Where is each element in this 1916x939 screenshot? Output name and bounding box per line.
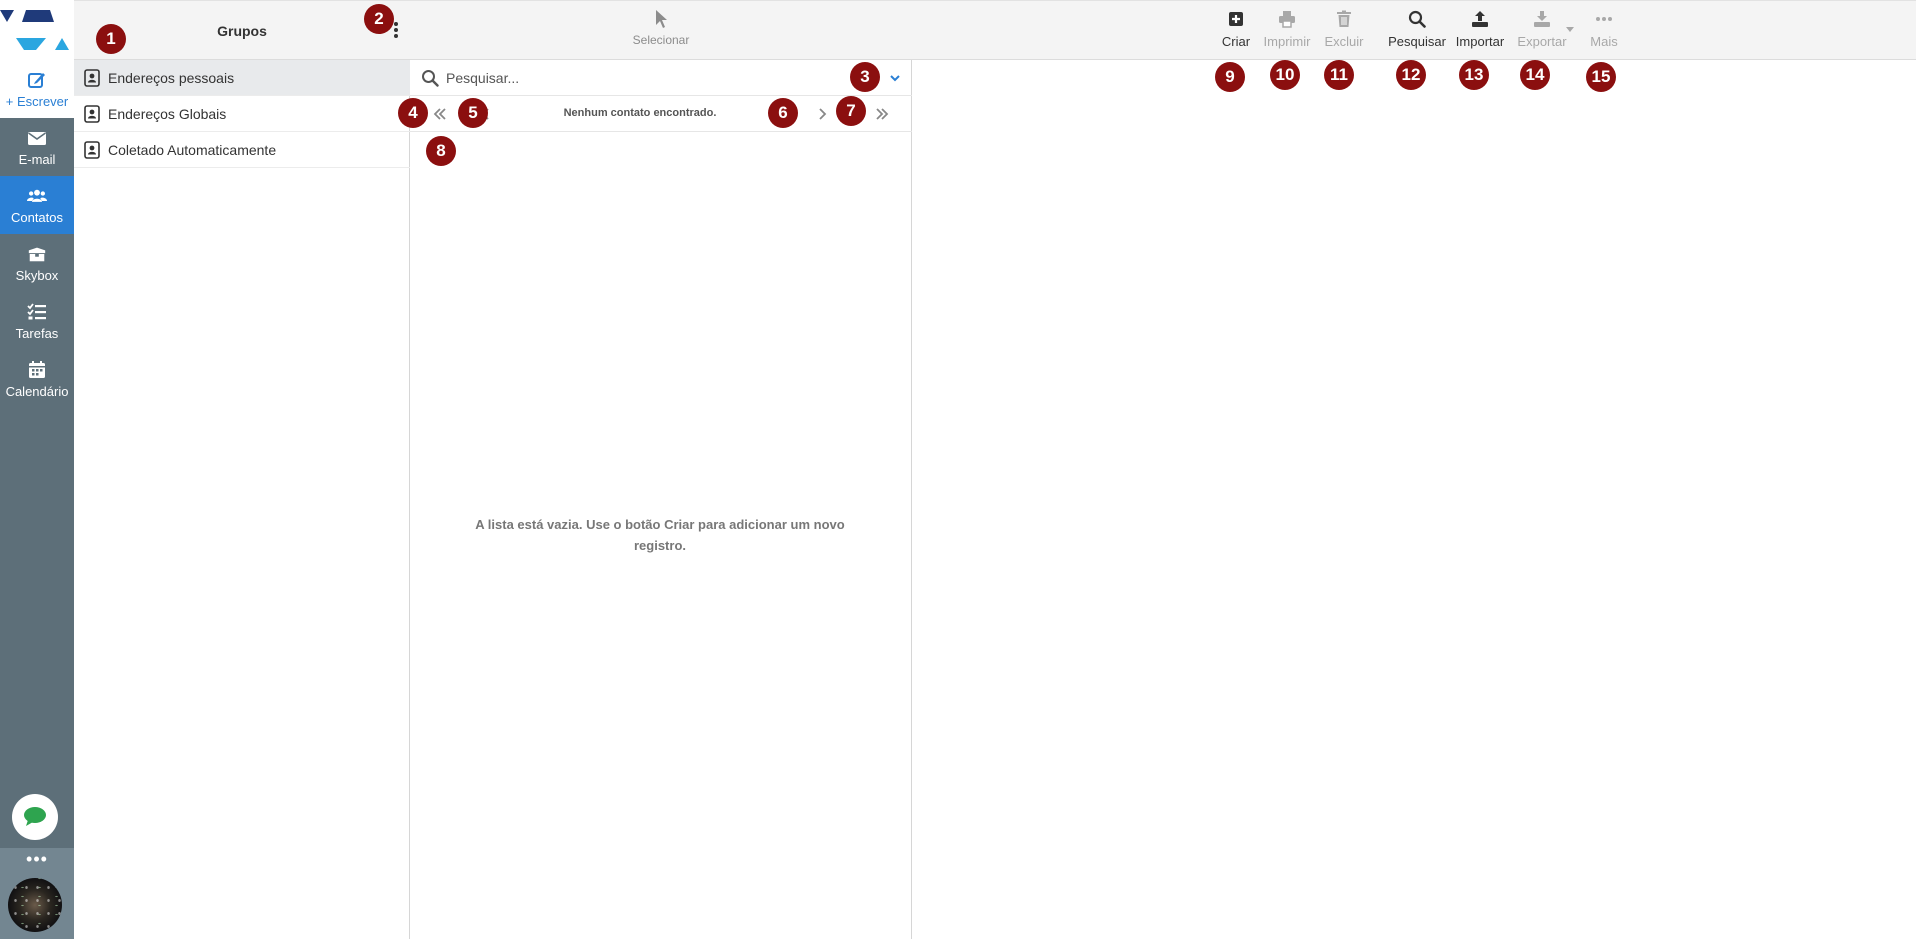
marker-8: 8 [426, 136, 456, 166]
import-button[interactable]: Importar [1448, 10, 1512, 54]
more-button-label: Mais [1590, 34, 1618, 49]
contact-detail-panel: Criar Imprimir Excluir Pesquisar Importa… [912, 0, 1916, 939]
address-book-icon [84, 104, 100, 123]
printer-icon [1279, 11, 1295, 28]
create-button-label: Criar [1221, 34, 1251, 49]
last-page-icon[interactable] [874, 106, 890, 122]
rail-skybox[interactable]: Skybox [0, 234, 74, 292]
task-list-icon [27, 302, 46, 319]
group-item-coletado-automaticamente[interactable]: Coletado Automaticamente [74, 132, 410, 168]
export-dropdown-caret-icon[interactable] [1566, 27, 1574, 33]
marker-3: 3 [850, 62, 880, 92]
marker-7: 7 [836, 96, 866, 126]
search-button-label: Pesquisar [1388, 34, 1446, 49]
marker-14: 14 [1520, 60, 1550, 90]
group-item-enderecos-globais[interactable]: Endereços Globais [74, 96, 410, 132]
marker-5: 5 [458, 98, 488, 128]
logo-icon [0, 10, 69, 50]
calendar-icon [29, 360, 45, 378]
more-button[interactable]: Mais [1582, 10, 1626, 54]
pencil-square-icon [28, 72, 45, 88]
print-button-label: Imprimir [1263, 34, 1311, 49]
delete-button-label: Excluir [1324, 34, 1364, 49]
export-button-label: Exportar [1517, 34, 1567, 49]
groups-panel: Grupos Endereços pessoais Endereços Glob… [74, 0, 410, 939]
chevron-down-icon[interactable] [889, 72, 901, 84]
marker-4: 4 [398, 98, 428, 128]
export-button[interactable]: Exportar [1510, 10, 1574, 54]
marker-12: 12 [1396, 60, 1426, 90]
empty-list-message: A lista está vazia. Use o botão Criar pa… [475, 517, 845, 553]
marker-13: 13 [1459, 60, 1489, 90]
marker-2: 2 [364, 4, 394, 34]
rail-tasks-label: Tarefas [15, 325, 59, 341]
groups-header: Grupos [74, 0, 410, 60]
marker-9: 9 [1215, 62, 1245, 92]
rail-tasks[interactable]: Tarefas [0, 292, 74, 350]
upload-icon [1472, 11, 1488, 27]
rail-contacts[interactable]: Contatos [0, 176, 74, 234]
users-icon [27, 189, 47, 202]
contacts-list-panel: Selecionar Nenhum contato encontrado. [410, 0, 912, 939]
rail-skybox-label: Skybox [15, 267, 59, 283]
search-bar [410, 60, 912, 96]
trash-icon [1337, 10, 1351, 27]
first-page-icon[interactable] [432, 106, 448, 122]
group-item-enderecos-pessoais[interactable]: Endereços pessoais [74, 60, 410, 96]
rail-calendar-label: Calendário [5, 383, 69, 399]
rail-compose[interactable]: + Escrever [0, 60, 74, 118]
select-button-label: Selecionar [632, 33, 690, 47]
marker-15: 15 [1586, 62, 1616, 92]
rail-calendar[interactable]: Calendário [0, 350, 74, 408]
download-icon [1534, 11, 1550, 27]
rail-contacts-label: Contatos [10, 209, 64, 225]
search-icon [422, 70, 439, 87]
groups-menu-kebab-icon[interactable] [392, 21, 400, 41]
group-item-label: Coletado Automaticamente [108, 141, 277, 158]
create-button[interactable]: Criar [1214, 10, 1258, 54]
import-button-label: Importar [1455, 34, 1505, 49]
chat-button[interactable] [12, 794, 58, 840]
box-icon [28, 247, 46, 261]
select-button[interactable]: Selecionar [621, 9, 701, 55]
group-item-label: Endereços pessoais [108, 69, 235, 86]
marker-6: 6 [768, 98, 798, 128]
rail-more-button[interactable]: ••• [0, 850, 74, 868]
cursor-arrow-icon [656, 10, 667, 28]
search-button[interactable]: Pesquisar [1382, 10, 1452, 54]
chat-bubble-icon [24, 807, 46, 826]
plus-square-icon [1229, 12, 1243, 26]
address-book-icon [84, 140, 100, 159]
marker-1: 1 [96, 24, 126, 54]
address-book-icon [84, 68, 100, 87]
next-page-icon[interactable] [814, 106, 830, 122]
delete-button[interactable]: Excluir [1317, 10, 1371, 54]
left-rail: + Escrever E-mail Contatos Skybox Tarefa… [0, 0, 74, 939]
envelope-icon [28, 131, 46, 145]
search-input[interactable] [446, 67, 866, 89]
main-toolbar: Criar Imprimir Excluir Pesquisar Importa… [912, 0, 1916, 60]
pagination-status: Nenhum contato encontrado. [563, 107, 717, 119]
marker-10: 10 [1270, 60, 1300, 90]
search-icon [1408, 10, 1426, 28]
contacts-app: + Escrever E-mail Contatos Skybox Tarefa… [0, 0, 1916, 939]
print-button[interactable]: Imprimir [1257, 10, 1317, 54]
rail-email-label: E-mail [18, 151, 56, 167]
user-avatar[interactable] [8, 878, 62, 932]
list-header: Selecionar [410, 0, 912, 60]
more-dots-icon [1596, 17, 1612, 21]
app-logo[interactable] [0, 0, 74, 60]
group-item-label: Endereços Globais [108, 105, 227, 122]
rail-email[interactable]: E-mail [0, 118, 74, 176]
rail-compose-label: + Escrever [5, 93, 69, 109]
marker-11: 11 [1324, 60, 1354, 90]
